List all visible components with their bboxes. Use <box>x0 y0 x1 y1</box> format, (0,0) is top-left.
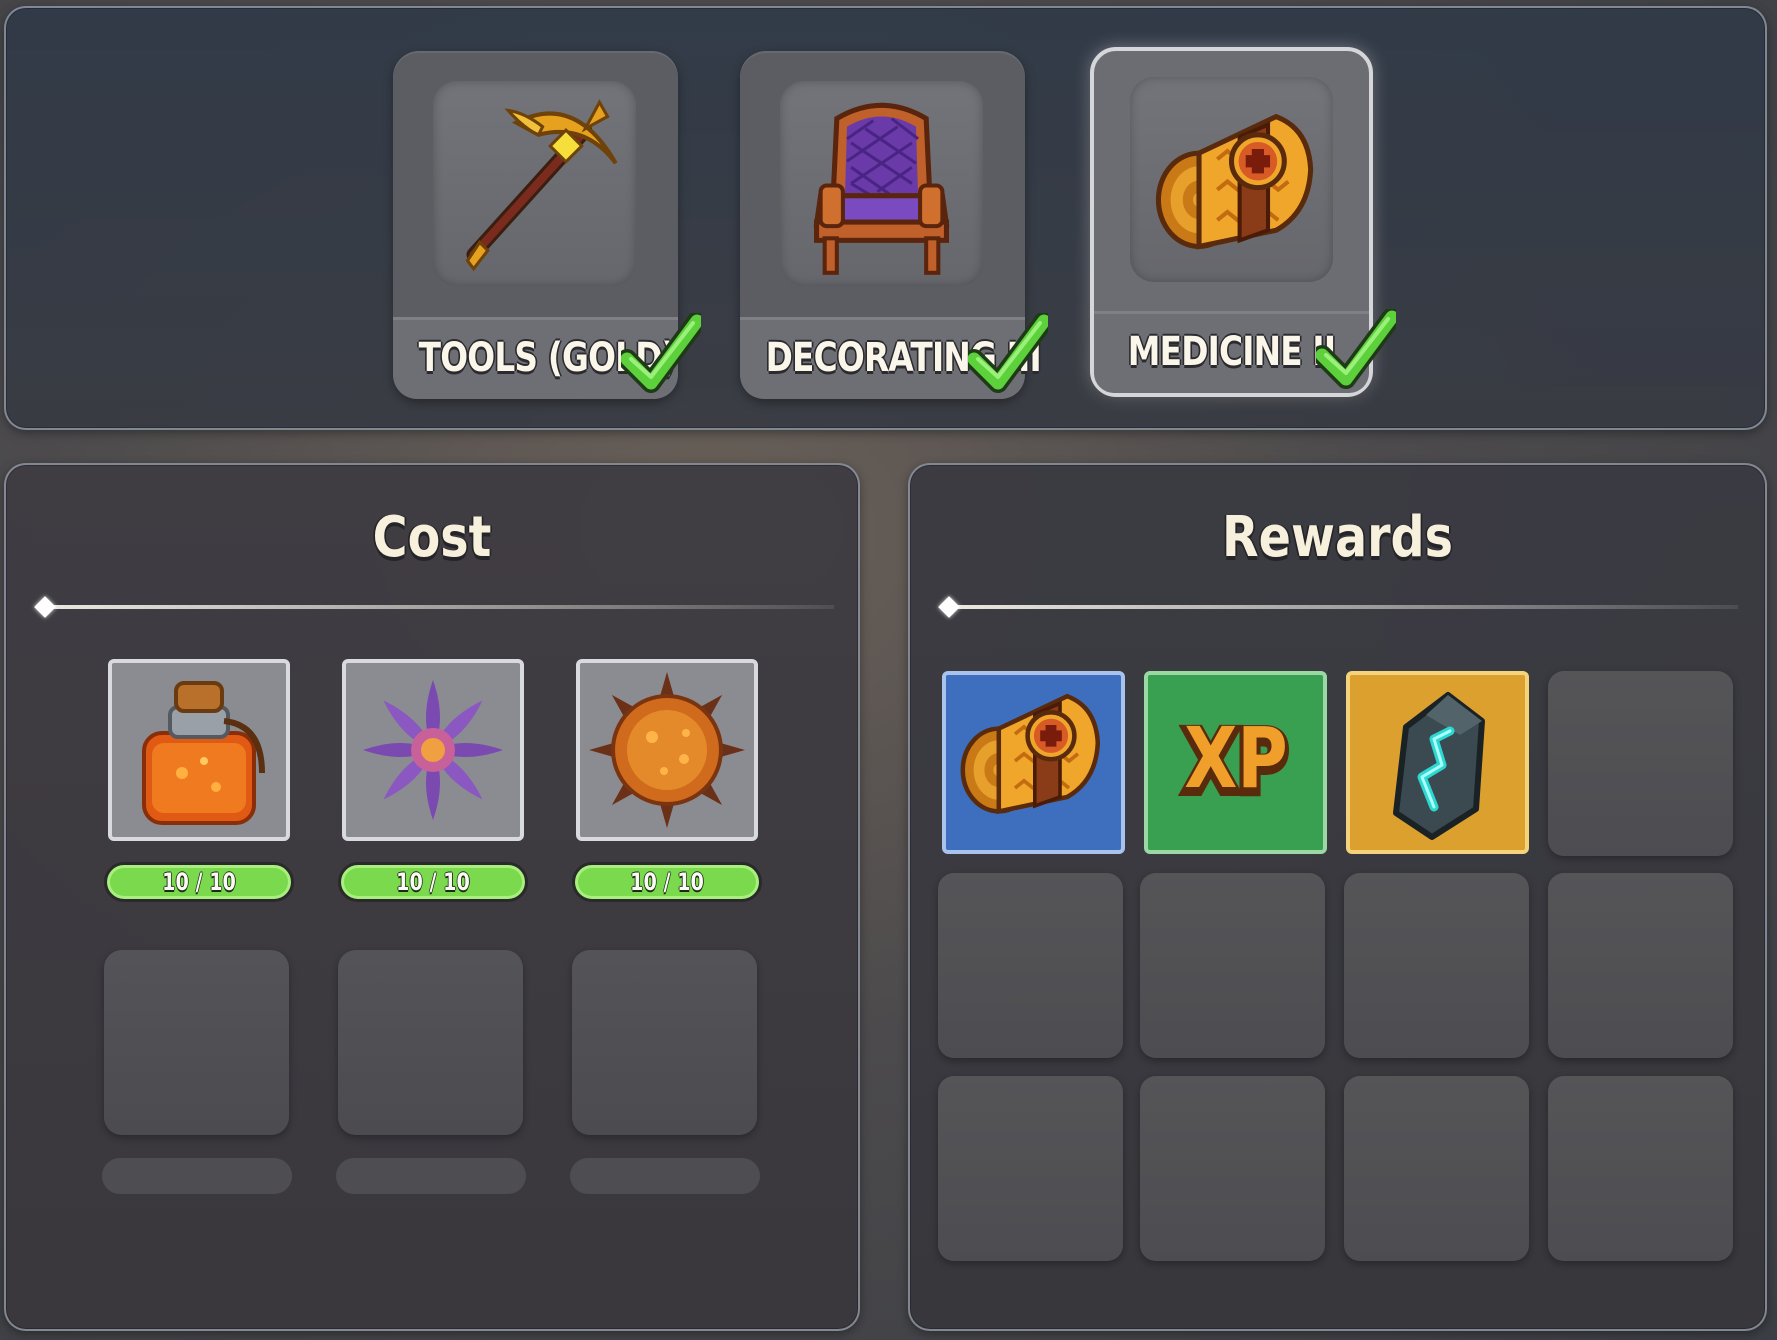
purple-flower-icon <box>363 680 503 820</box>
cost-item-slot[interactable] <box>342 659 524 841</box>
rune-stone-icon <box>1393 692 1485 840</box>
golden-pickaxe-icon <box>465 99 618 272</box>
skill-icon-frame <box>1130 77 1333 282</box>
empty-cost-slot <box>338 950 523 1135</box>
reward-slot-xp[interactable]: XP XP <box>1144 671 1327 854</box>
empty-reward-slot <box>938 873 1123 1058</box>
skill-icon-frame <box>433 81 636 286</box>
svg-text:XP: XP <box>1184 710 1288 807</box>
empty-reward-slot <box>1140 873 1325 1058</box>
divider-star-icon <box>34 596 56 618</box>
empty-reward-slot <box>1548 873 1733 1058</box>
purple-armchair-icon <box>813 102 950 275</box>
cost-progress-text: 10 / 10 <box>630 868 704 896</box>
skill-card-decorating[interactable]: DECORATING III <box>740 51 1025 399</box>
cost-progress-pill: 10 / 10 <box>572 862 762 902</box>
empty-reward-slot <box>938 1076 1123 1261</box>
empty-cost-slot <box>104 950 289 1135</box>
empty-progress-pill <box>570 1158 760 1194</box>
skill-label-medicine: MEDICINE II <box>1127 329 1336 375</box>
empty-cost-slot <box>572 950 757 1135</box>
cost-item-slot[interactable] <box>108 659 290 841</box>
orange-potion-jar-icon <box>142 681 265 825</box>
cost-progress-pill: 10 / 10 <box>338 862 528 902</box>
empty-reward-slot <box>1344 1076 1529 1261</box>
reward-slot-bandage[interactable] <box>942 671 1125 854</box>
skill-label-decorating: DECORATING III <box>765 335 1042 381</box>
check-icon <box>1316 309 1396 389</box>
empty-reward-slot <box>1548 671 1733 856</box>
skill-card-medicine[interactable]: MEDICINE II <box>1090 47 1373 397</box>
medical-bandage-roll-icon <box>1130 77 1333 282</box>
empty-reward-slot <box>1140 1076 1325 1261</box>
reward-slot-rune[interactable] <box>1346 671 1529 854</box>
cost-divider <box>34 596 834 618</box>
empty-progress-pill <box>102 1158 292 1194</box>
spiky-orange-seed-icon <box>589 672 745 828</box>
cost-progress-text: 10 / 10 <box>396 868 470 896</box>
skill-label-tools-gold: TOOLS (GOLD) <box>418 335 677 381</box>
xp-icon: XP XP <box>1180 710 1293 816</box>
cost-progress-pill: 10 / 10 <box>104 862 294 902</box>
empty-reward-slot <box>1344 873 1529 1058</box>
empty-progress-pill <box>336 1158 526 1194</box>
skill-icon-frame <box>780 81 983 286</box>
medical-bandage-roll-icon <box>946 675 1121 850</box>
skill-selection-panel: TOOLS (GOLD) DECORATING III MEDICINE II <box>4 6 1767 430</box>
rewards-panel: Rewards XP XP <box>908 463 1767 1331</box>
empty-reward-slot <box>1548 1076 1733 1261</box>
cost-item-slot[interactable] <box>576 659 758 841</box>
rewards-title: Rewards <box>1222 505 1453 570</box>
divider-star-icon <box>938 596 960 618</box>
cost-progress-text: 10 / 10 <box>162 868 236 896</box>
check-icon <box>968 313 1048 393</box>
cost-title: Cost <box>372 505 492 570</box>
check-icon <box>621 313 701 393</box>
cost-panel: Cost 10 / 10 10 / 10 10 / 10 <box>4 463 860 1331</box>
rewards-divider <box>938 596 1738 618</box>
skill-card-tools-gold[interactable]: TOOLS (GOLD) <box>393 51 678 399</box>
